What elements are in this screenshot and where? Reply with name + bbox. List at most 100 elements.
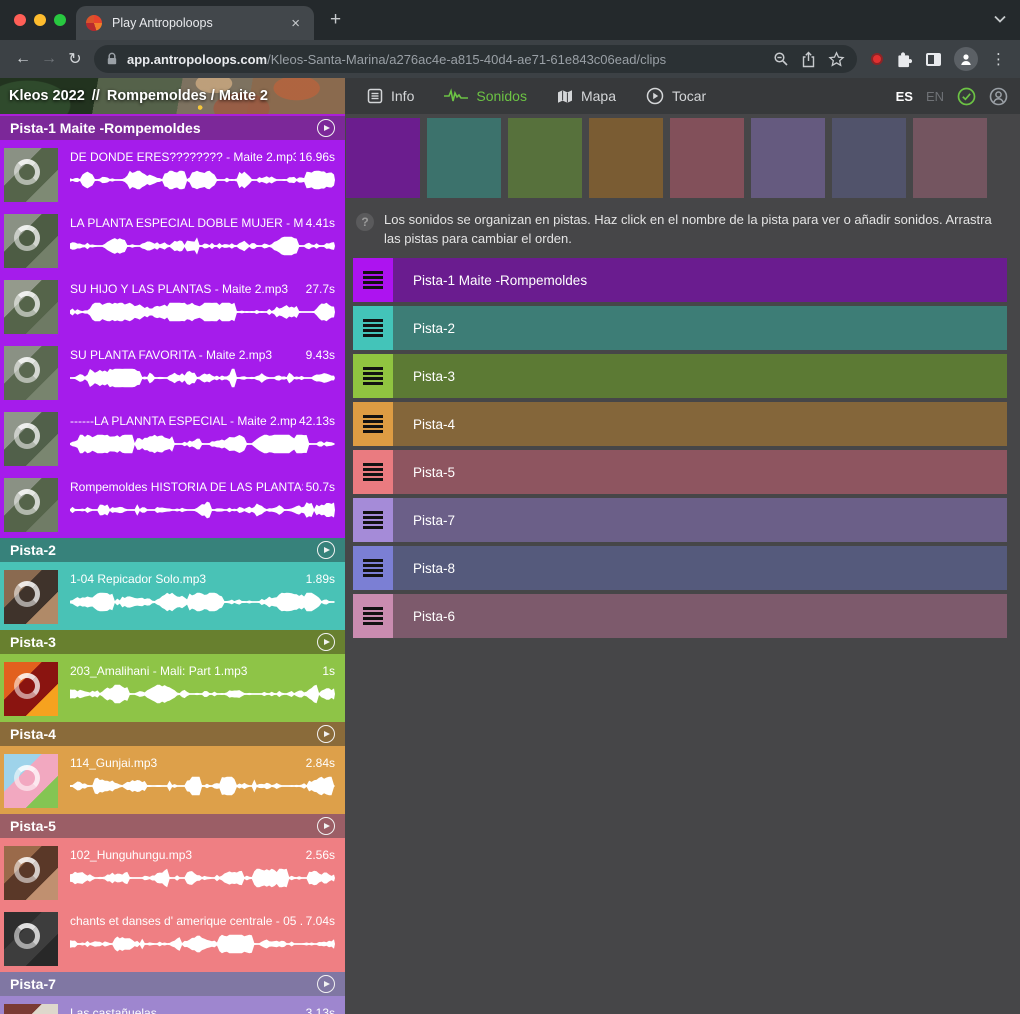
zoom-window-button[interactable]: [54, 14, 66, 26]
clip-thumbnail[interactable]: [4, 846, 58, 900]
breadcrumb-session[interactable]: Rompemoldes / Maite 2: [107, 88, 268, 104]
nav-label-tocar: Tocar: [672, 88, 706, 104]
account-icon[interactable]: [989, 87, 1008, 106]
play-track-button[interactable]: [317, 633, 335, 651]
clip-item[interactable]: DE DONDE ERES???????? - Maite 2.mp3 16.9…: [0, 141, 345, 207]
clip-item[interactable]: SU PLANTA FAVORITA - Maite 2.mp3 9.43s: [0, 339, 345, 405]
drag-handle[interactable]: [353, 306, 393, 350]
play-track-button[interactable]: [317, 817, 335, 835]
sidebar-track-header[interactable]: Pista-2: [0, 538, 345, 562]
clip-duration: 50.7s: [306, 480, 335, 494]
play-track-button[interactable]: [317, 725, 335, 743]
clip-thumbnail[interactable]: [4, 280, 58, 334]
track-row[interactable]: Pista-2: [353, 306, 1007, 350]
reload-button[interactable]: ↻: [62, 46, 88, 72]
clip-thumbnail[interactable]: [4, 1004, 58, 1014]
drag-handle[interactable]: [353, 498, 393, 542]
nav-tab-tocar[interactable]: Tocar: [646, 87, 706, 105]
clip-waveform[interactable]: [70, 868, 335, 888]
sidebar: Pista-1 Maite -Rompemoldes DE DONDE ERES…: [0, 114, 345, 1014]
drag-handle[interactable]: [353, 450, 393, 494]
bookmark-star-icon[interactable]: [828, 51, 845, 68]
record-extension-icon[interactable]: [871, 53, 883, 65]
clip-waveform[interactable]: [70, 170, 335, 190]
back-button[interactable]: ←: [10, 46, 36, 72]
drag-handle[interactable]: [353, 258, 393, 302]
clip-waveform[interactable]: [70, 236, 335, 256]
minimize-window-button[interactable]: [34, 14, 46, 26]
clip-item[interactable]: Rompemoldes HISTORIA DE LAS PLANTAS... 5…: [0, 471, 345, 537]
clip-thumbnail[interactable]: [4, 478, 58, 532]
language-en-button[interactable]: EN: [926, 89, 944, 104]
nav-tab-mapa[interactable]: Mapa: [557, 88, 616, 104]
clip-waveform[interactable]: [70, 684, 335, 704]
clip-thumbnail[interactable]: [4, 912, 58, 966]
clip-thumbnail[interactable]: [4, 570, 58, 624]
clip-item[interactable]: Las castañuelas 3.13s: [0, 997, 345, 1014]
clip-thumbnail[interactable]: [4, 214, 58, 268]
tab-search-chevron-icon[interactable]: [994, 15, 1006, 23]
clip-waveform[interactable]: [70, 302, 335, 322]
clip-waveform[interactable]: [70, 500, 335, 520]
clip-thumbnail[interactable]: [4, 754, 58, 808]
clip-thumbnail[interactable]: [4, 346, 58, 400]
close-window-button[interactable]: [14, 14, 26, 26]
zoom-page-icon[interactable]: [773, 51, 789, 67]
clip-duration: 3.13s: [306, 1006, 335, 1014]
browser-tab[interactable]: Play Antropoloops ×: [76, 6, 314, 40]
address-bar[interactable]: app.antropoloops.com/Kleos-Santa-Marina/…: [94, 45, 857, 73]
clip-waveform[interactable]: [70, 434, 335, 454]
forward-button[interactable]: →: [36, 46, 62, 72]
sync-check-icon[interactable]: [957, 87, 976, 106]
clip-item[interactable]: chants et danses d' amerique centrale - …: [0, 905, 345, 971]
clip-item[interactable]: 1-04 Repicador Solo.mp3 1.89s: [0, 563, 345, 629]
clip-item[interactable]: 203_Amalihani - Mali: Part 1.mp3 1s: [0, 655, 345, 721]
sidebar-track-header[interactable]: Pista-5: [0, 814, 345, 838]
track-row[interactable]: Pista-4: [353, 402, 1007, 446]
sidebar-track-header[interactable]: Pista-4: [0, 722, 345, 746]
clip-waveform[interactable]: [70, 776, 335, 796]
clip-item[interactable]: SU HIJO Y LAS PLANTAS - Maite 2.mp3 27.7…: [0, 273, 345, 339]
clip-item[interactable]: 114_Gunjai.mp3 2.84s: [0, 747, 345, 813]
clip-thumbnail[interactable]: [4, 148, 58, 202]
clip-thumbnail[interactable]: [4, 412, 58, 466]
sidebar-track-header[interactable]: Pista-7: [0, 972, 345, 996]
share-icon[interactable]: [801, 51, 816, 68]
clip-waveform[interactable]: [70, 934, 335, 954]
nav-tab-sonidos[interactable]: Sonidos: [444, 88, 527, 104]
track-row[interactable]: Pista-5: [353, 450, 1007, 494]
language-es-button[interactable]: ES: [896, 89, 913, 104]
track-label: Pista-8: [413, 561, 455, 576]
clip-item[interactable]: LA PLANTA ESPECIAL DOBLE MUJER - Mai... …: [0, 207, 345, 273]
side-panel-icon[interactable]: [926, 53, 941, 66]
track-row[interactable]: Pista-8: [353, 546, 1007, 590]
track-row[interactable]: Pista-6: [353, 594, 1007, 638]
extensions-puzzle-icon[interactable]: [896, 51, 913, 68]
play-track-button[interactable]: [317, 541, 335, 559]
breadcrumb-project[interactable]: Kleos 2022: [9, 88, 85, 104]
drag-handle[interactable]: [353, 402, 393, 446]
nav-tab-info[interactable]: Info: [367, 88, 414, 104]
profile-avatar-icon[interactable]: [954, 47, 978, 71]
drag-handle[interactable]: [353, 594, 393, 638]
play-track-button[interactable]: [317, 975, 335, 993]
track-row[interactable]: Pista-1 Maite -Rompemoldes: [353, 258, 1007, 302]
breadcrumb[interactable]: Kleos 2022 // Rompemoldes / Maite 2: [0, 78, 345, 114]
track-row[interactable]: Pista-3: [353, 354, 1007, 398]
browser-menu-icon[interactable]: ⋮: [991, 50, 1006, 68]
track-row[interactable]: Pista-7: [353, 498, 1007, 542]
clip-thumbnail[interactable]: [4, 662, 58, 716]
tab-close-icon[interactable]: ×: [287, 14, 304, 33]
sidebar-track-header[interactable]: Pista-1 Maite -Rompemoldes: [0, 114, 345, 140]
sidebar-track-header[interactable]: Pista-3: [0, 630, 345, 654]
clip-item[interactable]: ------LA PLANNTA ESPECIAL - Maite 2.mp3 …: [0, 405, 345, 471]
new-tab-button[interactable]: +: [330, 10, 341, 30]
drag-handle[interactable]: [353, 354, 393, 398]
header-right-controls: ES EN: [896, 87, 1020, 106]
clip-waveform[interactable]: [70, 592, 335, 612]
clip-title: ------LA PLANNTA ESPECIAL - Maite 2.mp3: [70, 414, 296, 428]
clip-waveform[interactable]: [70, 368, 335, 388]
clip-item[interactable]: 102_Hunguhungu.mp3 2.56s: [0, 839, 345, 905]
drag-handle[interactable]: [353, 546, 393, 590]
play-track-button[interactable]: [317, 119, 335, 137]
